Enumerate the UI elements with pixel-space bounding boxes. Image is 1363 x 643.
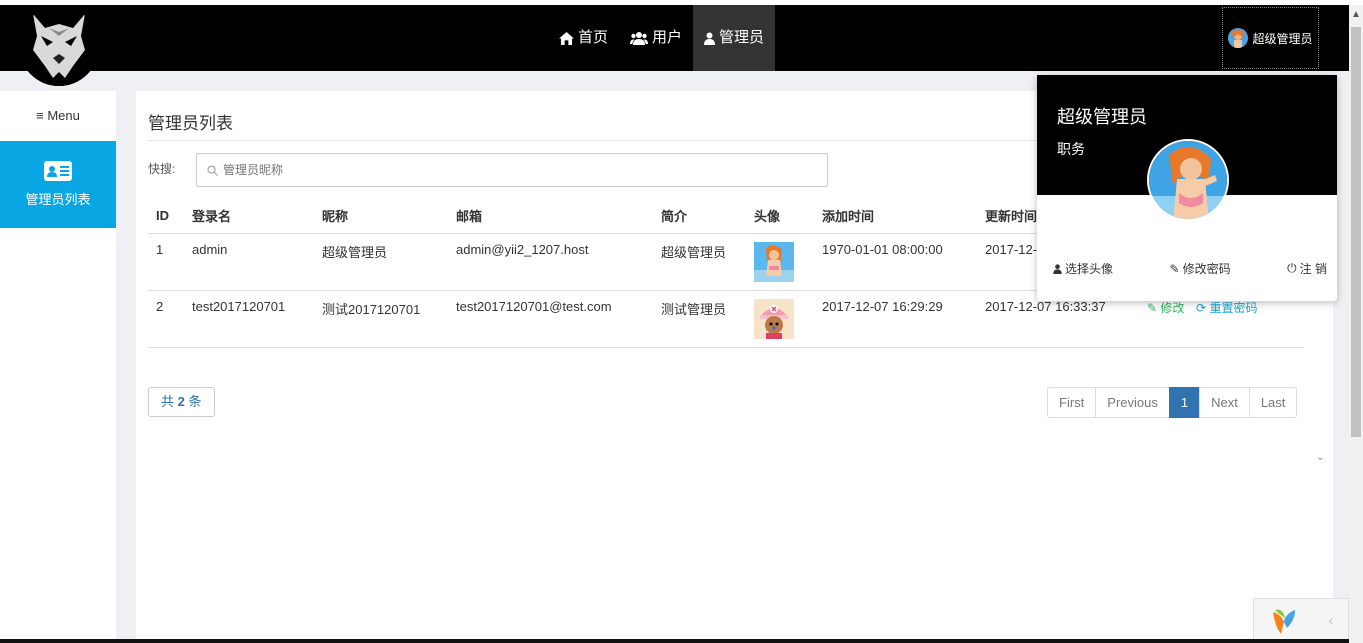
refresh-icon: ⟳ <box>1196 300 1207 315</box>
cell-login: admin <box>184 233 314 291</box>
edit-link[interactable]: ✎ 修改 <box>1147 301 1184 315</box>
cell-added: 1970-01-01 08:00:00 <box>814 233 977 291</box>
pager-last[interactable]: Last <box>1248 387 1298 418</box>
col-added[interactable]: 添加时间 <box>814 199 977 234</box>
sidebar-menu-label: Menu <box>47 108 80 123</box>
bars-icon: ≡ <box>36 108 44 123</box>
search-field[interactable] <box>196 153 828 187</box>
nav-users[interactable]: 用户 <box>619 5 693 71</box>
col-email[interactable]: 邮箱 <box>448 199 653 234</box>
logout-label: 注 销 <box>1299 262 1327 276</box>
cell-avatar <box>746 290 814 348</box>
cell-id: 2 <box>148 290 184 348</box>
power-icon: ⏻ <box>1287 261 1297 275</box>
cell-id: 1 <box>148 233 184 291</box>
count-prefix: 共 <box>161 394 175 409</box>
wolf-logo[interactable] <box>19 6 99 86</box>
choose-avatar-button[interactable]: 选择头像 <box>1053 260 1113 277</box>
nav-admins-label: 管理员 <box>719 29 765 46</box>
cell-intro: 超级管理员 <box>653 233 746 291</box>
pager-next[interactable]: Next <box>1199 387 1250 418</box>
pager-previous[interactable]: Previous <box>1095 387 1170 418</box>
chopper-avatar-image <box>754 298 794 339</box>
bottom-bar <box>0 639 1349 643</box>
choose-avatar-label: 选择头像 <box>1065 262 1114 276</box>
user-card-avatar[interactable] <box>1147 139 1229 221</box>
sidebar-item-label: 管理员列表 <box>25 192 91 207</box>
users-icon <box>630 32 649 45</box>
scroll-thumb[interactable] <box>1351 27 1361 437</box>
top-navbar: 首页 用户 管理员 超级管理员 <box>0 5 1349 71</box>
count-suffix: 条 <box>188 394 202 409</box>
reset-password-label: 重置密码 <box>1209 300 1258 315</box>
col-avatar[interactable]: 头像 <box>746 199 814 234</box>
search-label: 快搜: <box>148 162 176 176</box>
cell-email: admin@yii2_1207.host <box>448 233 653 291</box>
nami-avatar-image <box>754 241 794 282</box>
scroll-up-arrow[interactable]: ▲ <box>1349 9 1363 20</box>
home-icon <box>559 31 574 45</box>
nav-users-label: 用户 <box>652 29 683 46</box>
user-icon <box>1053 263 1062 274</box>
sidebar: ≡ Menu 管理员列表 <box>0 91 116 643</box>
id-card-icon <box>44 161 72 181</box>
nav-admins[interactable]: 管理员 <box>693 5 776 71</box>
cell-login: test2017120701 <box>184 290 314 348</box>
user-menu-button[interactable]: 超级管理员 <box>1222 7 1319 69</box>
sidebar-item-admin-list[interactable]: 管理员列表 <box>0 141 116 228</box>
cell-added: 2017-12-07 16:29:29 <box>814 290 977 348</box>
pager-page-1[interactable]: 1 <box>1168 387 1201 418</box>
page-title: 管理员列表 <box>148 114 233 133</box>
reset-password-link[interactable]: ⟳ 重置密码 <box>1196 301 1257 315</box>
pagination: First Previous 1 Next Last <box>1047 387 1298 418</box>
col-login[interactable]: 登录名 <box>184 199 314 234</box>
pager-first[interactable]: First <box>1047 387 1097 418</box>
user-card-name: 超级管理员 <box>1057 107 1147 127</box>
nav-home-label: 首页 <box>578 29 609 46</box>
sidebar-menu-toggle[interactable]: ≡ Menu <box>0 91 116 141</box>
edit-icon: ✎ <box>1169 261 1180 276</box>
user-icon <box>704 32 716 45</box>
count-value: 2 <box>177 394 185 409</box>
user-card-actions: 选择头像 ✎ 修改密码 ⏻ 注 销 <box>1037 260 1337 277</box>
col-id[interactable]: ID <box>148 199 184 234</box>
change-password-label: 修改密码 <box>1182 262 1231 276</box>
user-dropdown: 超级管理员 职务 选择头像 ✎ 修改密码 ⏻ 注 销 <box>1037 75 1337 301</box>
chevron-down-icon[interactable]: ⌄ <box>1316 452 1324 463</box>
user-menu-label: 超级管理员 <box>1252 31 1313 46</box>
total-count: 共 2 条 <box>148 387 215 417</box>
col-intro[interactable]: 简介 <box>653 199 746 234</box>
edit-label: 修改 <box>1160 300 1185 315</box>
col-nick[interactable]: 昵称 <box>314 199 448 234</box>
change-password-button[interactable]: ✎ 修改密码 <box>1170 260 1231 277</box>
user-avatar <box>1228 28 1249 48</box>
debug-toolbar[interactable]: ‹ <box>1253 598 1349 643</box>
main-nav: 首页 用户 管理员 <box>548 5 776 71</box>
search-input[interactable] <box>223 163 803 177</box>
cell-nick: 测试2017120701 <box>314 290 448 348</box>
cell-nick: 超级管理员 <box>314 233 448 291</box>
logout-button[interactable]: ⏻ 注 销 <box>1287 260 1327 277</box>
search-icon <box>207 164 218 176</box>
edit-icon: ✎ <box>1147 300 1158 315</box>
nav-home[interactable]: 首页 <box>548 5 619 71</box>
page-scrollbar[interactable]: ▲ <box>1349 5 1363 643</box>
cell-intro: 测试管理员 <box>653 290 746 348</box>
cell-avatar <box>746 233 814 291</box>
chevron-left-icon[interactable]: ‹ <box>1329 613 1333 628</box>
yii-logo-icon <box>1272 609 1295 634</box>
cell-email: test2017120701@test.com <box>448 290 653 348</box>
